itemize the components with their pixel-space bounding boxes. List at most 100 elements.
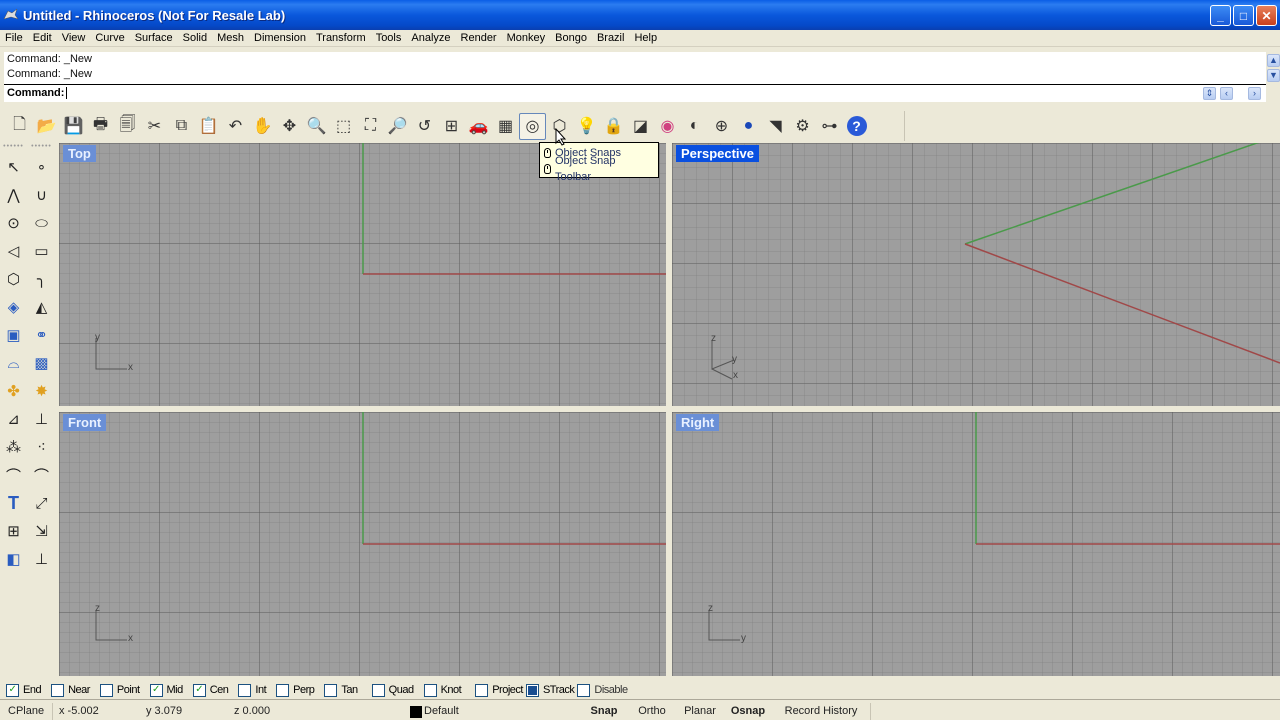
current-layer[interactable]: Default (410, 703, 580, 720)
cut-button[interactable]: ✂ (141, 113, 168, 140)
viewport-label-front[interactable]: Front (63, 414, 107, 431)
planar-toggle[interactable]: Planar (676, 703, 724, 720)
osnap-near[interactable]: Near (51, 683, 90, 697)
paste-button[interactable]: 📋 (195, 113, 222, 140)
osnap-checkbox-project[interactable] (475, 683, 489, 697)
rotate-view-button[interactable]: ✥ (276, 113, 303, 140)
viewport-perspective[interactable]: z y x Perspective (672, 143, 1280, 406)
viewport-label-right[interactable]: Right (676, 414, 720, 431)
command-next-button[interactable]: › (1248, 87, 1261, 100)
open-folder-button[interactable]: 📂 (33, 113, 60, 140)
save-button[interactable]: 💾 (60, 113, 87, 140)
help-button[interactable]: ? (843, 113, 870, 140)
menu-view[interactable]: View (57, 32, 91, 44)
osnap-cen[interactable]: ✓ Cen (192, 683, 229, 697)
osnap-checkbox-tan[interactable] (324, 683, 338, 697)
menu-tools[interactable]: Tools (371, 32, 407, 44)
cplane-indicator[interactable]: CPlane (0, 703, 52, 720)
history-scroll-up-button[interactable]: ▲ (1267, 54, 1280, 67)
minimize-button[interactable]: _ (1210, 5, 1231, 26)
fillet-button[interactable]: ╮ (28, 265, 55, 293)
menu-render[interactable]: Render (456, 32, 502, 44)
arc-button[interactable]: ◁ (0, 237, 27, 265)
menu-solid[interactable]: Solid (178, 32, 212, 44)
viewport-front[interactable]: z x Front (59, 412, 666, 676)
menu-curve[interactable]: Curve (90, 32, 129, 44)
polygon-button[interactable]: ⬡ (0, 265, 27, 293)
block-button[interactable]: ◧ (0, 545, 27, 573)
osnap-checkbox-mid[interactable]: ✓ (149, 683, 163, 697)
osnap-perp[interactable]: Perp (276, 683, 315, 697)
curve-button[interactable]: ∪ (28, 181, 55, 209)
close-button[interactable]: ✕ (1256, 5, 1277, 26)
move-button[interactable]: ⤢ (28, 489, 55, 517)
osnap-checkbox-end[interactable]: ✓ (6, 683, 19, 697)
options-gear-button[interactable]: ⚙ (789, 113, 816, 140)
osnap-checkbox-perp[interactable] (276, 683, 290, 697)
osnap-checkbox-disable[interactable] (577, 683, 591, 697)
menu-file[interactable]: File (0, 32, 28, 44)
maximize-button[interactable]: □ (1233, 5, 1254, 26)
circle-button[interactable]: ⊙ (0, 209, 27, 237)
point-button[interactable]: ∘ (28, 153, 55, 181)
surface-button[interactable]: ◭ (28, 293, 55, 321)
zoom-dynamic-button[interactable]: 🔍 (303, 113, 330, 140)
wireframe-sphere-button[interactable]: ◐ (681, 113, 708, 140)
toolbar-grip[interactable]: •••••• (0, 143, 27, 153)
osnap-checkbox-strack[interactable] (525, 683, 539, 697)
zoom-extents-button[interactable]: ⛶ (357, 113, 384, 140)
osnap-disable[interactable]: Disable (577, 683, 628, 697)
history-scroll-down-button[interactable]: ▼ (1267, 69, 1280, 82)
undo-view-button[interactable]: ↺ (411, 113, 438, 140)
text-button[interactable]: T (0, 489, 27, 517)
osnap-end[interactable]: ✓ End (6, 683, 42, 697)
osnap-tan[interactable]: Tan (324, 683, 358, 697)
lock-button[interactable]: 🔒 (600, 113, 627, 140)
undo-button[interactable]: ↶ (222, 113, 249, 140)
osnap-int[interactable]: Int (238, 683, 267, 697)
viewport-right[interactable]: z y Right (672, 412, 1280, 676)
command-input[interactable]: Command: (4, 85, 1266, 102)
viewport-label-perspective[interactable]: Perspective (676, 145, 759, 162)
osnap-quad[interactable]: Quad (371, 683, 414, 697)
ortho-toggle[interactable]: Ortho (628, 703, 676, 720)
osnap-point[interactable]: Point (99, 683, 140, 697)
four-viewports-button[interactable]: ⊞ (438, 113, 465, 140)
flag-button[interactable]: ◥ (762, 113, 789, 140)
offset-button[interactable]: ⌒ (28, 461, 55, 489)
osnap-checkbox-knot[interactable] (423, 683, 437, 697)
array-button[interactable]: ⊞ (0, 517, 27, 545)
copy-button[interactable]: ⧉ (168, 113, 195, 140)
car-button[interactable]: 🚗 (465, 113, 492, 140)
menu-brazil[interactable]: Brazil (592, 32, 630, 44)
osnap-checkbox-near[interactable] (51, 683, 65, 697)
split-button[interactable]: ⊿ (0, 405, 27, 433)
osnap-checkbox-cen[interactable]: ✓ (192, 683, 206, 697)
curve-edit-button[interactable]: ⌒ (0, 461, 27, 489)
import-button[interactable]: 🗐 (114, 113, 141, 140)
history-button[interactable]: ⊶ (816, 113, 843, 140)
viewport-label-top[interactable]: Top (63, 145, 96, 162)
osnap-knot[interactable]: Knot (423, 683, 462, 697)
object-snap-button[interactable]: ◎ (519, 112, 546, 140)
pan-hand-button[interactable]: ✋ (249, 113, 276, 140)
union-button[interactable]: ⁖ (28, 433, 55, 461)
snap-toggle[interactable]: Snap (580, 703, 628, 720)
lightbulb-button[interactable]: 💡 (573, 113, 600, 140)
menu-mesh[interactable]: Mesh (212, 32, 249, 44)
print-button[interactable]: 🖶 (87, 113, 114, 140)
mesh-button[interactable]: ▩ (28, 349, 55, 377)
menu-help[interactable]: Help (629, 32, 662, 44)
menu-dimension[interactable]: Dimension (249, 32, 311, 44)
command-spin-button[interactable]: ⇕ (1203, 87, 1216, 100)
box-button[interactable]: ▣ (0, 321, 27, 349)
spheres-button[interactable]: ⚭ (28, 321, 55, 349)
ellipse-button[interactable]: ⬭ (28, 209, 55, 237)
toolbar-grip[interactable]: •••••• (28, 143, 55, 153)
osnap-project[interactable]: Project (475, 683, 523, 697)
ghosted-sphere-button[interactable]: ⊕ (708, 113, 735, 140)
menu-edit[interactable]: Edit (28, 32, 57, 44)
menu-transform[interactable]: Transform (311, 32, 371, 44)
orient-button[interactable]: ⇲ (28, 517, 55, 545)
osnap-checkbox-point[interactable] (99, 683, 113, 697)
